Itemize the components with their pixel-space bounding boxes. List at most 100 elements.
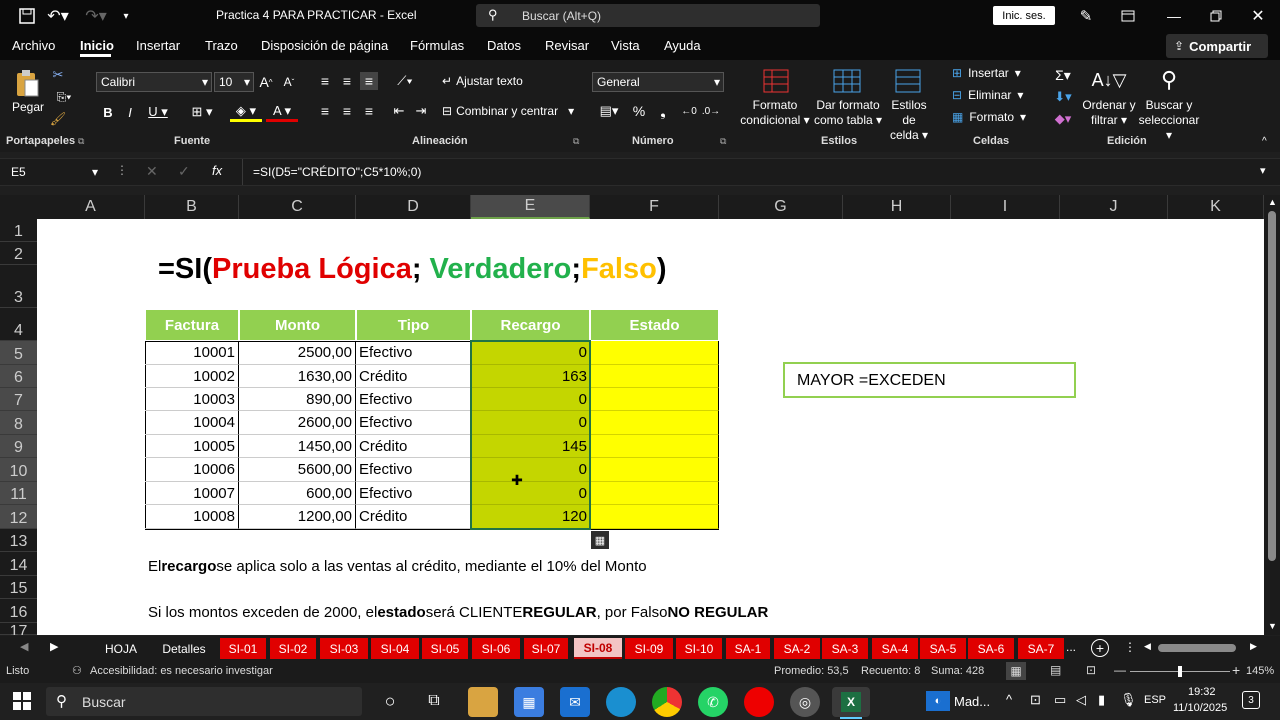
page-layout-icon[interactable]: ▤ (1050, 663, 1061, 677)
cell-monto[interactable]: 1630,00 (239, 365, 356, 388)
mail-icon[interactable]: ✉ (560, 687, 590, 717)
tab-archivo[interactable]: Archivo (12, 38, 55, 53)
row-header-7[interactable]: 7 (0, 388, 37, 411)
edge-icon[interactable] (606, 687, 636, 717)
format-table-icon[interactable] (832, 68, 862, 94)
ribbon-display-icon[interactable] (1118, 6, 1138, 26)
app-icon[interactable]: ◎ (790, 687, 820, 717)
tab-vista[interactable]: Vista (611, 38, 640, 53)
cut-icon[interactable]: ✂ (50, 66, 66, 84)
sort-filter-icon[interactable]: A↓▽ (1092, 66, 1127, 94)
cell-estado[interactable] (590, 341, 719, 365)
col-header-i[interactable]: I (951, 195, 1060, 219)
conditional-format-icon[interactable] (762, 68, 790, 94)
tab-datos[interactable]: Datos (487, 38, 521, 53)
cell-monto[interactable]: 1450,00 (239, 435, 356, 458)
tab-inicio[interactable]: Inicio (80, 38, 114, 53)
sheet-tab-si-07[interactable]: SI-07 (524, 638, 568, 659)
cell-factura[interactable]: 10003 (145, 388, 239, 411)
microphone-icon[interactable]: 🎙 (1120, 692, 1137, 708)
dialog-launcher-icon[interactable]: ⧉ (573, 136, 579, 147)
tab-revisar[interactable]: Revisar (545, 38, 589, 53)
page-break-icon[interactable]: ⊡ (1086, 663, 1096, 677)
clock-time[interactable]: 19:32 (1188, 686, 1216, 698)
wrap-text-button[interactable]: ↵ Ajustar texto (442, 72, 523, 90)
col-header-a[interactable]: A (37, 195, 145, 219)
conditional-format-button[interactable]: Formato condicional ▾ (740, 98, 810, 128)
scroll-right-icon[interactable]: ▶ (1250, 641, 1257, 652)
cell-factura[interactable]: 10001 (145, 341, 239, 365)
fill-icon[interactable]: ⬇▾ (1048, 88, 1078, 106)
collapse-ribbon-icon[interactable]: ^ (1262, 136, 1267, 147)
tab-ayuda[interactable]: Ayuda (664, 38, 701, 53)
merge-center-button[interactable]: ⊟ Combinar y centrar ▾ (442, 102, 574, 120)
undo-icon[interactable]: ↶▾ (44, 6, 72, 26)
close-icon[interactable]: ✕ (1248, 6, 1268, 26)
col-header-g[interactable]: G (719, 195, 843, 219)
row-header-14[interactable]: 14 (0, 552, 37, 576)
row-header-16[interactable]: 16 (0, 599, 37, 623)
pen-icon[interactable]: ✎ (1076, 6, 1096, 26)
tab-disposicion[interactable]: Disposición de página (261, 38, 388, 53)
row-header-10[interactable]: 10 (0, 458, 37, 482)
clock-date[interactable]: 11/10/2025 (1173, 702, 1227, 714)
cell-recargo[interactable]: 0 (471, 458, 590, 482)
header-tipo[interactable]: Tipo (356, 309, 471, 341)
row-header-12[interactable]: 12 (0, 505, 37, 529)
format-button[interactable]: ▦ Formato ▾ (952, 110, 1026, 124)
row-header-15[interactable]: 15 (0, 576, 37, 599)
cell-recargo[interactable]: 0 (471, 411, 590, 435)
clear-icon[interactable]: ◆▾ (1048, 110, 1078, 128)
enter-icon[interactable]: ✓ (178, 163, 190, 180)
cell-recargo[interactable]: 0 (471, 341, 590, 365)
sheet-tab-hoja[interactable]: HOJA (96, 638, 146, 659)
cell-monto[interactable]: 2500,00 (239, 341, 356, 365)
increase-font-icon[interactable]: A ^ (258, 72, 274, 92)
sign-in-button[interactable]: Inic. ses. (993, 6, 1055, 25)
row-header-9[interactable]: 9 (0, 435, 37, 458)
cell-tipo[interactable]: Efectivo (356, 482, 471, 505)
cell-factura[interactable]: 10006 (145, 458, 239, 482)
number-format-select[interactable]: General ▾ (592, 72, 724, 92)
search-box[interactable]: ⚲ Buscar (Alt+Q) (476, 4, 820, 27)
cell-recargo[interactable]: 163 (471, 365, 590, 388)
accessibility-icon[interactable]: ⚇ (72, 664, 82, 677)
align-center-icon[interactable]: ≡ (338, 102, 356, 120)
col-header-c[interactable]: C (239, 195, 356, 219)
col-header-h[interactable]: H (843, 195, 951, 219)
row-header-4[interactable]: 4 (0, 308, 37, 341)
align-right-icon[interactable]: ≡ (360, 102, 378, 120)
sheet-tab-si-06[interactable]: SI-06 (472, 638, 520, 659)
row-header-3[interactable]: 3 (0, 265, 37, 308)
restore-icon[interactable] (1206, 6, 1226, 26)
insert-function-icon[interactable]: fx (212, 163, 222, 178)
cell-recargo[interactable]: 0 (471, 482, 590, 505)
format-table-button[interactable]: Dar formato como tabla ▾ (812, 98, 884, 128)
cell-tipo[interactable]: Efectivo (356, 411, 471, 435)
cell-monto[interactable]: 890,00 (239, 388, 356, 411)
volume-icon[interactable]: ◁ (1076, 692, 1086, 708)
note-box[interactable]: MAYOR =EXCEDEN (783, 362, 1076, 398)
sheet-tab-si-08[interactable]: SI-08 (574, 638, 622, 659)
sheet-tab-sa-4[interactable]: SA-4 (872, 638, 918, 659)
vertical-scrollbar[interactable]: ▲ ▼ (1264, 195, 1280, 635)
zoom-out-icon[interactable]: — (1114, 663, 1126, 677)
header-monto[interactable]: Monto (239, 309, 356, 341)
cell-estado[interactable] (590, 388, 719, 411)
dialog-launcher-icon[interactable]: ⧉ (78, 136, 84, 147)
find-select-icon[interactable]: ⚲ (1154, 66, 1184, 94)
add-sheet-icon[interactable]: + (1091, 639, 1109, 657)
col-header-d[interactable]: D (356, 195, 471, 219)
normal-view-icon[interactable]: ▦ (1006, 662, 1026, 680)
copy-icon[interactable]: ⎘▾ (50, 88, 78, 106)
cell-factura[interactable]: 10008 (145, 505, 239, 529)
sheet-tab-detalles[interactable]: Detalles (154, 638, 214, 659)
redo-icon[interactable]: ↷▾ (82, 6, 110, 26)
task-view-icon[interactable]: ⧉ (422, 689, 446, 713)
expand-formula-icon[interactable]: ▾ (1260, 164, 1266, 177)
cell-tipo[interactable]: Crédito (356, 365, 471, 388)
zoom-level[interactable]: 145% (1246, 665, 1274, 677)
clipboard-icon[interactable] (12, 66, 42, 100)
scroll-left-icon[interactable]: ◀ (1144, 641, 1151, 652)
dialog-launcher-icon[interactable]: ⧉ (720, 136, 726, 147)
